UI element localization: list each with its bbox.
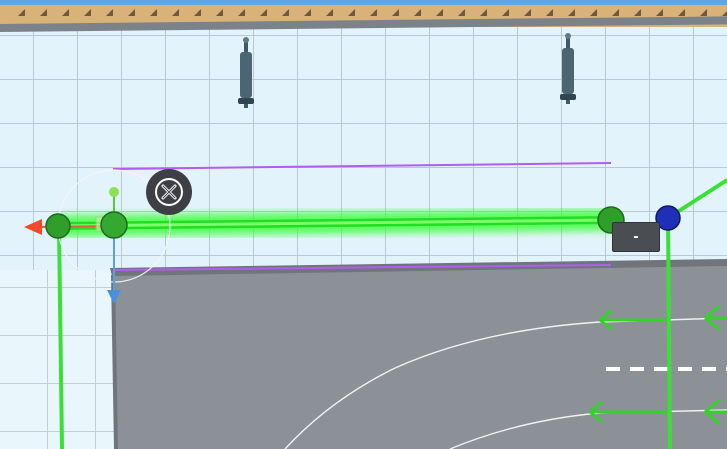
- road-surface[interactable]: [112, 262, 727, 449]
- close-icon: [155, 178, 183, 206]
- arrow-up-green-icon: [109, 187, 119, 197]
- selected-path[interactable]: [57, 209, 613, 237]
- path-node-left[interactable]: [45, 213, 71, 239]
- selection-tag-text: -: [633, 229, 639, 245]
- path-vertical-right[interactable]: [666, 217, 672, 449]
- selection-tag[interactable]: -: [612, 222, 660, 252]
- close-button[interactable]: [146, 169, 192, 215]
- path-node-selected[interactable]: [100, 211, 128, 239]
